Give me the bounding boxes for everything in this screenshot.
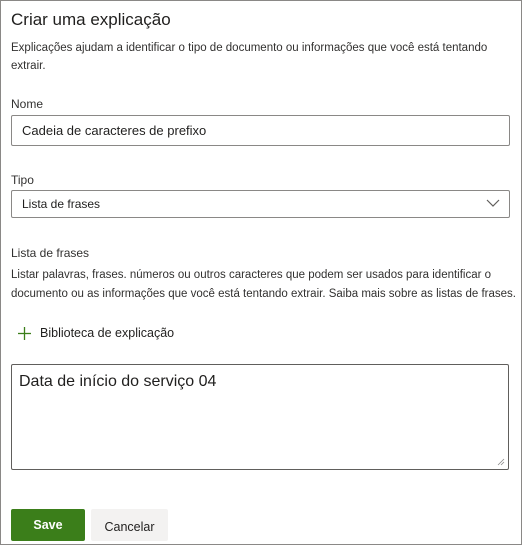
explanation-library-label: Biblioteca de explicação: [40, 326, 175, 340]
explanation-library-button[interactable]: Biblioteca de explicação: [17, 322, 174, 344]
name-input[interactable]: Cadeia de caracteres de prefixo: [11, 115, 510, 146]
name-label: Nome: [11, 97, 44, 111]
phrase-list-help: Listar palavras, frases. números ou outr…: [11, 269, 517, 300]
plus-icon: [18, 326, 31, 340]
phrase-list-label: Lista de frases: [11, 246, 90, 260]
create-explanation-panel: Criar uma explicação Explicações ajudam …: [0, 0, 522, 545]
panel-title: Criar uma explicação: [11, 10, 171, 29]
type-label: Tipo: [11, 173, 34, 187]
cancel-button[interactable]: Cancelar: [91, 509, 168, 541]
phrase-list-value: Data de início do serviço 04: [19, 373, 217, 390]
save-button[interactable]: Save: [11, 509, 85, 541]
panel-description: Explicações ajudam a identificar o tipo …: [11, 42, 488, 72]
resize-grip-icon[interactable]: [497, 458, 505, 466]
type-dropdown[interactable]: Lista de frases: [11, 190, 510, 218]
phrase-list-textarea[interactable]: Data de início do serviço 04: [11, 364, 509, 470]
chevron-down-icon: [486, 199, 500, 207]
type-dropdown-value: Lista de frases: [22, 197, 101, 211]
